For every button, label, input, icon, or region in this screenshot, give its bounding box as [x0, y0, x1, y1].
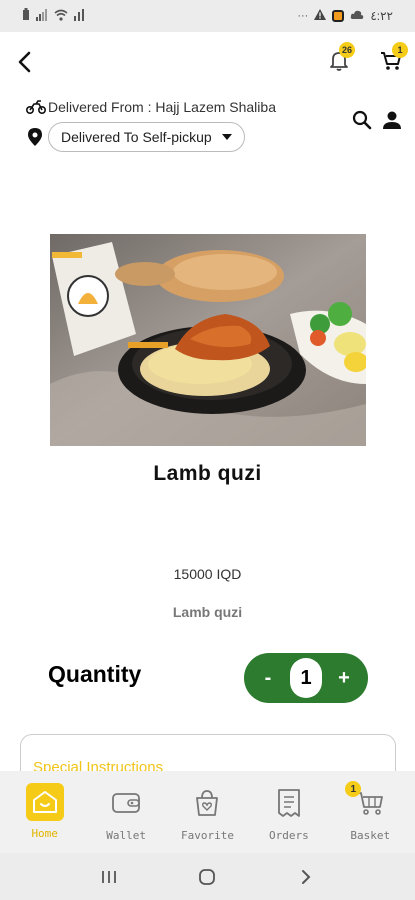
nav-label-home: Home	[31, 827, 58, 840]
nav-item-orders[interactable]: Orders	[252, 771, 326, 842]
product-title: Lamb quzi	[153, 462, 262, 485]
nav-label-orders: Orders	[268, 829, 309, 842]
cart-count-badge: 1	[392, 42, 408, 58]
quantity-label: Quantity	[48, 661, 142, 687]
delivery-mode-value: Delivered To Self-pickup	[61, 129, 212, 145]
back-system-button[interactable]	[291, 862, 321, 892]
wallet-icon	[106, 783, 146, 823]
recents-icon	[102, 870, 117, 883]
delivered-from-text: Delivered From : Hajj Lazem Shaliba	[48, 99, 276, 115]
home-system-button[interactable]	[192, 862, 222, 892]
warning-icon	[314, 9, 327, 23]
product-image	[50, 234, 366, 446]
nav-label-wallet: Wallet	[106, 829, 146, 842]
nav-item-home[interactable]: Home	[8, 771, 82, 840]
battery-icon	[22, 8, 30, 24]
status-time: ٤:٢٢	[370, 9, 393, 23]
orders-receipt-icon	[269, 783, 309, 823]
home-circle-icon	[199, 868, 216, 885]
notifications-button[interactable]: 26	[322, 42, 356, 78]
wifi-icon	[54, 9, 68, 24]
favorite-bag-icon	[187, 783, 227, 823]
nav-label-favorite: Favorite	[180, 829, 234, 842]
home-icon	[25, 783, 64, 821]
motorcycle-icon	[26, 100, 46, 114]
delivery-mode-dropdown[interactable]: Delivered To Self-pickup	[48, 122, 245, 152]
app-notification-icon	[332, 10, 345, 22]
dots-icon: ···	[297, 10, 309, 22]
nav-item-wallet[interactable]: Wallet	[89, 771, 163, 842]
bottom-nav: Home Wallet Favorite Orders 1 Basket	[0, 771, 415, 853]
decrease-quantity-button[interactable]: -	[258, 667, 278, 690]
nav-item-favorite[interactable]: Favorite	[170, 771, 244, 842]
product-price: 15000 IQD	[173, 566, 242, 582]
delivered-to-row: Delivered To Self-pickup	[28, 122, 245, 152]
status-bar: ··· ٤:٢٢	[0, 0, 415, 32]
cloud-icon	[350, 10, 364, 23]
search-button[interactable]	[352, 110, 376, 134]
nav-item-basket[interactable]: 1 Basket	[333, 771, 407, 842]
delivery-info: Delivered From : Hajj Lazem Shaliba Deli…	[26, 96, 401, 158]
signal-2-icon	[74, 8, 86, 24]
status-right: ··· ٤:٢٢	[297, 9, 393, 23]
quantity-stepper: - 1 +	[244, 653, 368, 703]
system-nav-bar	[0, 853, 415, 900]
signal-icon	[36, 8, 48, 24]
increase-quantity-button[interactable]: +	[334, 667, 354, 690]
recents-button[interactable]	[94, 862, 124, 892]
status-left	[22, 8, 86, 24]
product-subtitle: Lamb quzi	[172, 604, 243, 620]
location-pin-icon	[28, 128, 42, 146]
notification-count-badge: 26	[339, 42, 356, 58]
delivered-from-row: Delivered From : Hajj Lazem Shaliba	[26, 99, 276, 115]
cart-button[interactable]: 1	[374, 42, 408, 78]
caret-down-icon	[221, 134, 232, 140]
nav-label-basket: Basket	[350, 829, 391, 842]
quantity-value: 1	[290, 658, 322, 698]
chevron-right-icon	[301, 869, 311, 884]
profile-button[interactable]	[382, 110, 406, 134]
search-icon	[352, 110, 372, 130]
chevron-left-icon	[18, 51, 31, 73]
back-button[interactable]	[10, 47, 40, 77]
app-bar: 26 1	[0, 32, 415, 92]
person-icon	[383, 111, 401, 129]
